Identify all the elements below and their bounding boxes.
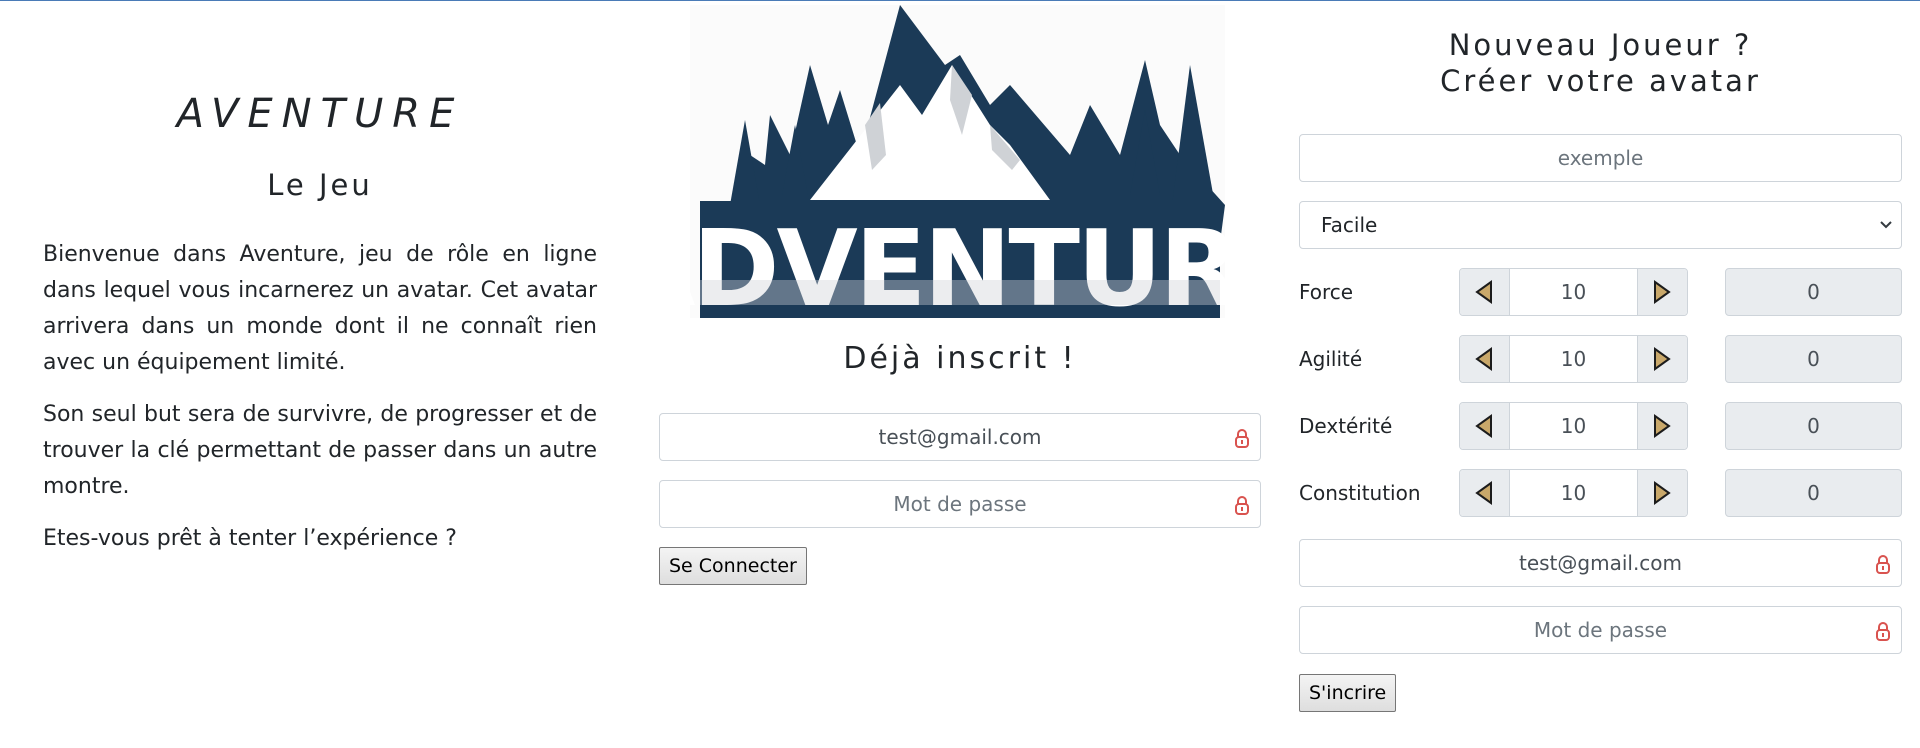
intro-text: Bienvenue dans Aventure, jeu de rôle en …	[43, 237, 597, 573]
lock-icon	[1876, 555, 1890, 574]
register-title-line1: Nouveau Joueur ?	[1448, 28, 1753, 62]
stat-bonus-dexterite: 0	[1725, 402, 1902, 450]
register-password-field[interactable]: Mot de passe	[1299, 606, 1902, 654]
difficulty-selected-value: Facile	[1321, 213, 1378, 237]
intro-paragraph: Etes-vous prêt à tenter l’expérience ?	[43, 526, 457, 551]
stat-stepper-force: 10	[1459, 268, 1688, 316]
stat-value[interactable]: 10	[1510, 336, 1637, 382]
increase-button[interactable]	[1637, 336, 1687, 382]
register-title: Nouveau Joueur ? Créer votre avatar	[1299, 27, 1902, 99]
increase-button[interactable]	[1637, 403, 1687, 449]
game-title: AVENTURE	[176, 91, 464, 137]
stat-stepper-dexterite: 10	[1459, 402, 1688, 450]
triangle-right-icon	[1654, 481, 1671, 505]
lock-icon	[1235, 496, 1249, 515]
mountain-logo-icon: ADVENTURE	[690, 5, 1225, 318]
increase-button[interactable]	[1637, 470, 1687, 516]
login-button[interactable]: Se Connecter	[659, 547, 807, 585]
stat-label-force: Force	[1299, 280, 1354, 304]
login-password-placeholder: Mot de passe	[893, 492, 1027, 516]
intro-paragraph: Son seul but sera de survivre, de progre…	[43, 402, 597, 499]
stat-label-constitution: Constitution	[1299, 481, 1421, 505]
register-password-placeholder: Mot de passe	[1533, 618, 1668, 642]
stat-value[interactable]: 10	[1510, 470, 1637, 516]
login-email-field[interactable]: test@gmail.com	[659, 413, 1261, 461]
triangle-left-icon	[1475, 414, 1492, 438]
increase-button[interactable]	[1637, 269, 1687, 315]
chevron-down-icon	[1880, 221, 1892, 229]
stat-label-dexterite: Dextérité	[1299, 414, 1393, 438]
decrease-button[interactable]	[1460, 403, 1510, 449]
decrease-button[interactable]	[1460, 336, 1510, 382]
lock-icon	[1876, 622, 1890, 641]
triangle-right-icon	[1654, 414, 1671, 438]
register-title-line2: Créer votre avatar	[1440, 64, 1761, 98]
triangle-left-icon	[1475, 347, 1492, 371]
stat-stepper-constitution: 10	[1459, 469, 1688, 517]
intro-paragraph: Bienvenue dans Aventure, jeu de rôle en …	[43, 242, 597, 375]
avatar-name-placeholder: exemple	[1557, 146, 1644, 170]
triangle-right-icon	[1654, 280, 1671, 304]
avatar-name-input[interactable]: exemple	[1299, 134, 1902, 182]
stat-value[interactable]: 10	[1510, 269, 1637, 315]
stat-label-agilite: Agilité	[1299, 347, 1363, 371]
stat-bonus-agilite: 0	[1725, 335, 1902, 383]
difficulty-select[interactable]: Facile	[1299, 201, 1902, 249]
triangle-right-icon	[1654, 347, 1671, 371]
game-subtitle: Le Jeu	[267, 168, 373, 202]
stat-bonus-force: 0	[1725, 268, 1902, 316]
register-button[interactable]: S'incrire	[1299, 674, 1397, 712]
login-title: Déjà inscrit !	[843, 341, 1077, 376]
triangle-left-icon	[1475, 280, 1492, 304]
register-email-field[interactable]: test@gmail.com	[1299, 539, 1902, 587]
stat-value[interactable]: 10	[1510, 403, 1637, 449]
decrease-button[interactable]	[1460, 269, 1510, 315]
lock-icon	[1235, 429, 1249, 448]
stat-stepper-agilite: 10	[1459, 335, 1688, 383]
decrease-button[interactable]	[1460, 470, 1510, 516]
login-password-field[interactable]: Mot de passe	[659, 480, 1261, 528]
triangle-left-icon	[1475, 481, 1492, 505]
stat-bonus-constitution: 0	[1725, 469, 1902, 517]
login-email-value: test@gmail.com	[878, 425, 1042, 449]
register-email-value: test@gmail.com	[1518, 551, 1683, 575]
